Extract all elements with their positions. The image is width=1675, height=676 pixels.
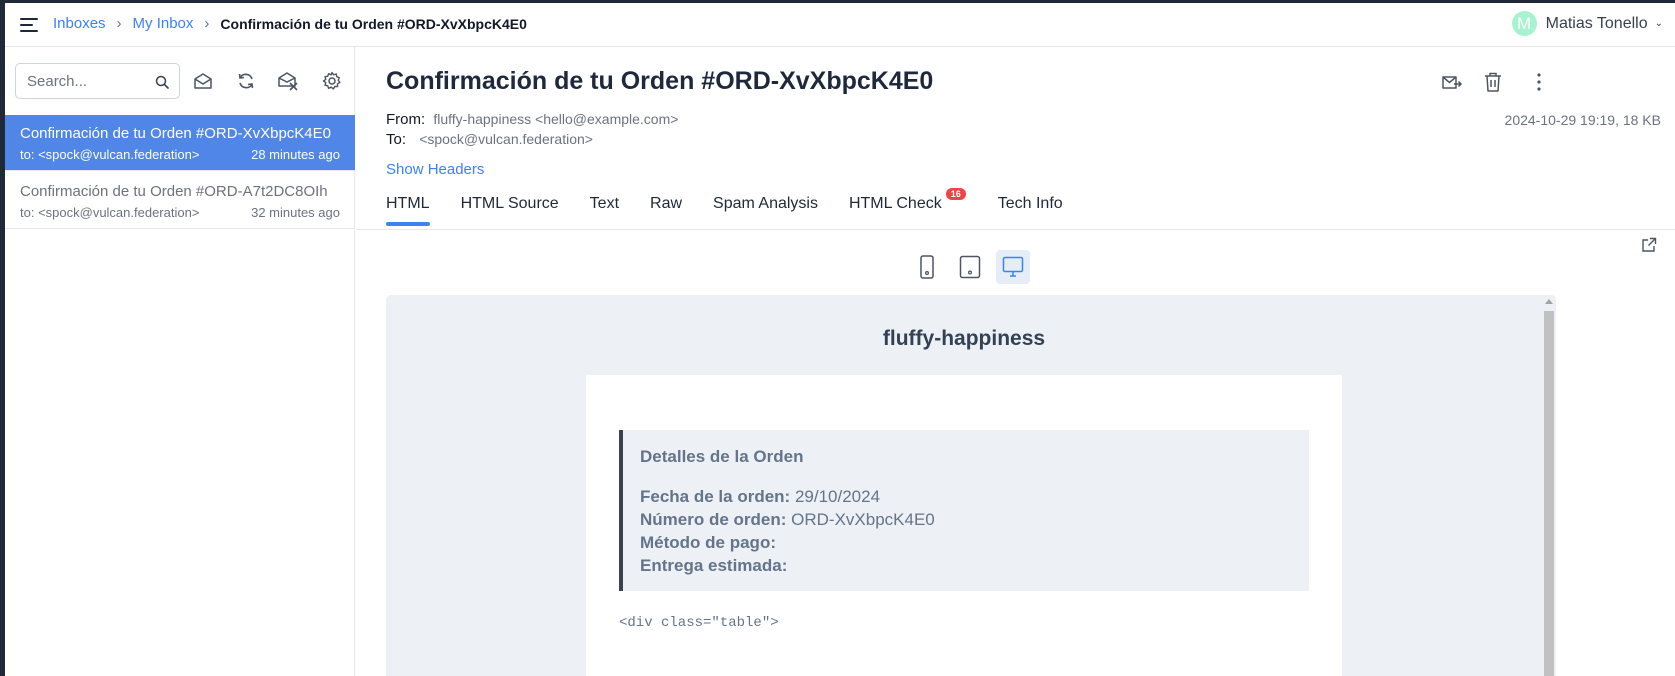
- breadcrumb-current: Confirmación de tu Orden #ORD-XvXbpcK4E0: [220, 15, 527, 32]
- count-badge: 16: [945, 188, 966, 200]
- release-icon[interactable]: [1441, 71, 1463, 93]
- tab-label: Text: [589, 195, 620, 212]
- search-icon[interactable]: [155, 75, 169, 89]
- delete-all-icon[interactable]: [278, 71, 298, 91]
- email-card: Detalles de la Orden Fecha de la orden: …: [586, 375, 1342, 676]
- scrollbar-thumb[interactable]: [1544, 311, 1554, 676]
- menu-icon[interactable]: [20, 16, 40, 34]
- refresh-icon[interactable]: [236, 71, 256, 91]
- message-recipient: to: <spock@vulcan.federation>: [20, 205, 200, 220]
- order-number-value: ORD-XvXbpcK4E0: [791, 510, 935, 529]
- mark-read-icon[interactable]: [193, 71, 213, 91]
- breadcrumb-my-inbox[interactable]: My Inbox: [133, 15, 194, 32]
- order-date-label: Fecha de la orden:: [640, 487, 791, 506]
- order-date-row: Fecha de la orden: 29/10/2024: [640, 485, 1309, 508]
- order-date-value: 29/10/2024: [794, 487, 881, 506]
- message-recipient: to: <spock@vulcan.federation>: [20, 147, 200, 162]
- tab-html-source[interactable]: HTML Source: [461, 195, 559, 229]
- tab-text[interactable]: Text: [590, 195, 619, 229]
- order-details: Detalles de la Orden Fecha de la orden: …: [619, 430, 1309, 591]
- show-headers-link[interactable]: Show Headers: [386, 161, 484, 178]
- tablet-icon: [959, 255, 981, 279]
- device-desktop-button[interactable]: [996, 250, 1030, 284]
- tab-label: HTML Check: [848, 195, 942, 212]
- order-details-title: Detalles de la Orden: [640, 447, 804, 466]
- avatar: M: [1511, 11, 1537, 36]
- search-box: [15, 63, 180, 99]
- scroll-up-icon[interactable]: [1545, 299, 1553, 304]
- breadcrumb-separator: ›: [116, 15, 122, 32]
- raw-code-line: <div class="table">: [619, 615, 779, 631]
- sidebar: Confirmación de tu Orden #ORD-XvXbpcK4E0…: [5, 47, 355, 676]
- breadcrumb: Inboxes › My Inbox › Confirmación de tu …: [53, 15, 527, 32]
- email-preview: fluffy-happiness Detalles de la Orden Fe…: [386, 295, 1556, 676]
- chevron-down-icon: ⌄: [1654, 18, 1663, 29]
- message-time: 28 minutes ago: [251, 147, 340, 162]
- estimated-delivery-label: Entrega estimada:: [640, 556, 788, 575]
- tab-label: HTML: [386, 195, 430, 212]
- tab-label: Raw: [650, 195, 683, 212]
- phone-icon: [920, 255, 934, 279]
- message-subject: Confirmación de tu Orden #ORD-A7t2DC8OIh: [20, 183, 328, 200]
- to-label: To:: [386, 131, 407, 148]
- from-label: From:: [386, 111, 426, 128]
- from-value: fluffy-happiness <hello@example.com>: [433, 111, 679, 127]
- tab-html[interactable]: HTML: [386, 195, 430, 229]
- to-value: <spock@vulcan.federation>: [419, 131, 593, 147]
- from-row: From: fluffy-happiness <hello@example.co…: [386, 111, 678, 128]
- message-view: Confirmación de tu Orden #ORD-XvXbpcK4E0…: [356, 47, 1675, 676]
- settings-icon[interactable]: [322, 71, 342, 91]
- estimated-delivery-row: Entrega estimada:: [640, 554, 1309, 577]
- tab-label: HTML Source: [460, 195, 559, 212]
- top-bar: Inboxes › My Inbox › Confirmación de tu …: [5, 3, 1675, 47]
- order-number-label: Número de orden:: [640, 510, 787, 529]
- message-date-size: 2024-10-29 19:19, 18 KB: [1504, 112, 1661, 128]
- list-item[interactable]: Confirmación de tu Orden #ORD-XvXbpcK4E0…: [5, 115, 355, 171]
- tab-raw[interactable]: Raw: [650, 195, 682, 229]
- search-input[interactable]: [27, 71, 147, 91]
- list-item[interactable]: Confirmación de tu Orden #ORD-A7t2DC8OIh…: [5, 173, 355, 229]
- email-brand-title: fluffy-happiness: [882, 327, 1046, 350]
- tab-label: Tech Info: [997, 195, 1063, 212]
- tab-html-check[interactable]: HTML Check 16: [848, 188, 966, 229]
- tab-label: Spam Analysis: [713, 195, 818, 212]
- tab-spam-analysis[interactable]: Spam Analysis: [713, 195, 818, 229]
- trash-icon[interactable]: [1482, 71, 1504, 93]
- breadcrumb-inboxes[interactable]: Inboxes: [53, 15, 106, 32]
- device-tablet-button[interactable]: [953, 250, 987, 284]
- tab-tech-info[interactable]: Tech Info: [998, 195, 1063, 229]
- to-row: To: <spock@vulcan.federation>: [386, 131, 593, 148]
- device-phone-button[interactable]: [910, 250, 944, 284]
- message-title: Confirmación de tu Orden #ORD-XvXbpcK4E0: [386, 67, 934, 95]
- tabs-divider: [356, 229, 1675, 230]
- user-name: Matias Tonello: [1545, 14, 1648, 32]
- view-tabs: HTML HTML Source Text Raw Spam Analysis …: [386, 188, 1094, 229]
- payment-method-row: Método de pago:: [640, 531, 1309, 554]
- more-icon[interactable]: [1528, 71, 1550, 93]
- external-link-icon[interactable]: [1641, 237, 1657, 253]
- message-time: 32 minutes ago: [251, 205, 340, 220]
- app-window: Inboxes › My Inbox › Confirmación de tu …: [5, 3, 1675, 676]
- breadcrumb-separator: ›: [204, 15, 210, 32]
- message-subject: Confirmación de tu Orden #ORD-XvXbpcK4E0: [20, 125, 331, 142]
- desktop-icon: [1002, 256, 1024, 277]
- preview-scrollbar[interactable]: [1542, 295, 1556, 676]
- user-menu[interactable]: M Matias Tonello ⌄: [1511, 11, 1663, 36]
- order-number-row: Número de orden: ORD-XvXbpcK4E0: [640, 508, 1309, 531]
- payment-method-label: Método de pago:: [640, 533, 776, 552]
